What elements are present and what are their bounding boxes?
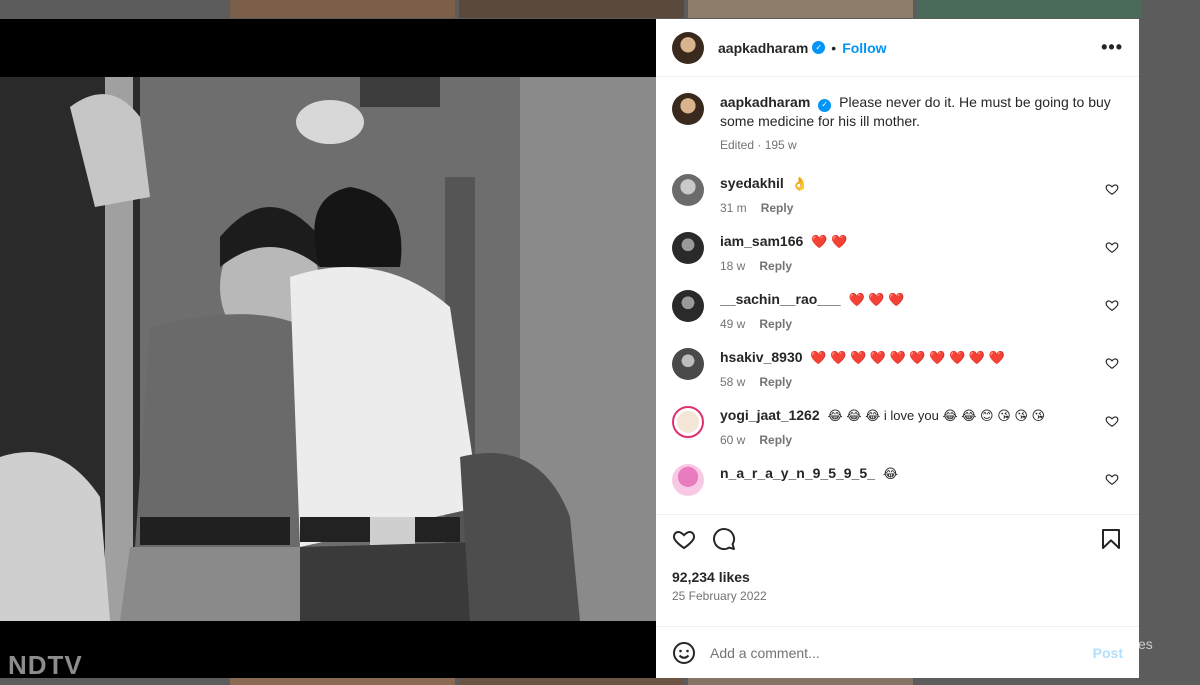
caption-avatar[interactable] (672, 93, 704, 125)
comment-item: iam_sam166 ❤️ ❤️ 18 w Reply (672, 231, 1123, 273)
like-comment-icon[interactable] (1105, 182, 1119, 196)
bg-tile (459, 0, 684, 18)
comment-item: yogi_jaat_1262 😂 😂 😂 i love you 😂 😂 😊 😘 … (672, 405, 1123, 447)
comment-text: 😂 😂 😂 i love you 😂 😂 😊 😘 😘 😘 (827, 407, 1046, 423)
ndtv-watermark: NDTV (8, 650, 83, 680)
like-heart-icon[interactable] (672, 527, 696, 551)
caption-username[interactable]: aapkadharam (720, 94, 810, 110)
like-comment-icon[interactable] (1105, 414, 1119, 428)
comment-age: 60 w (720, 432, 746, 447)
like-comment-icon[interactable] (1105, 240, 1119, 254)
commenter-avatar[interactable] (672, 463, 704, 496)
follow-button[interactable]: Follow (842, 40, 886, 56)
verified-icon: ✓ (812, 41, 826, 54)
reply-button[interactable]: Reply (761, 201, 794, 215)
reply-button[interactable]: Reply (759, 375, 792, 389)
verified-icon: ✓ (818, 98, 832, 112)
reply-button[interactable]: Reply (759, 259, 792, 273)
post-media (0, 19, 656, 678)
like-comment-icon[interactable] (1105, 356, 1119, 370)
comment-text: ❤️ ❤️ (811, 233, 848, 249)
post-header: aapkadharam ✓ • Follow ••• (656, 19, 1139, 77)
likes-count[interactable]: 92,234 likes (672, 569, 1123, 585)
commenter-avatar[interactable] (672, 173, 704, 206)
comment-username[interactable]: iam_sam166 (720, 233, 803, 249)
bg-tile (917, 0, 1142, 18)
bookmark-icon[interactable] (1099, 527, 1123, 551)
comment-username[interactable]: n_a_r_a_y_n_9_5_9_5_ (720, 465, 875, 481)
comment-item: hsakiv_8930 ❤️ ❤️ ❤️ ❤️ ❤️ ❤️ ❤️ ❤️ ❤️ ❤… (672, 347, 1123, 389)
post-actions: 92,234 likes 25 February 2022 (656, 514, 1139, 626)
post-comment-button[interactable]: Post (1093, 645, 1123, 661)
caption-meta: Edited · 195 w (720, 137, 797, 152)
separator-dot: • (831, 39, 837, 56)
bg-tile (230, 0, 455, 18)
photo-illustration (0, 77, 656, 621)
comment-text: 👌 (791, 175, 808, 191)
comment-age: 49 w (720, 316, 746, 331)
comment-item: syedakhil 👌 31 m Reply (672, 173, 1123, 215)
more-options-icon[interactable]: ••• (1101, 37, 1123, 58)
post-date: 25 February 2022 (672, 589, 767, 603)
comment-input[interactable] (710, 644, 1093, 661)
author-avatar[interactable] (672, 31, 704, 64)
comment-username[interactable]: yogi_jaat_1262 (720, 407, 820, 423)
comment-age: 58 w (720, 374, 746, 389)
comment-username[interactable]: hsakiv_8930 (720, 349, 803, 365)
author-info: aapkadharam ✓ • Follow (718, 40, 887, 56)
post-side-panel: aapkadharam ✓ • Follow ••• aapkadharam ✓ … (656, 19, 1139, 678)
post-caption: aapkadharam ✓ Please never do it. He must… (672, 93, 1123, 152)
comment-item: n_a_r_a_y_n_9_5_9_5_ 😂 (672, 463, 1123, 496)
add-comment-bar: Post (656, 626, 1139, 678)
author-username[interactable]: aapkadharam (718, 40, 808, 56)
comment-bubble-icon[interactable] (712, 527, 736, 551)
emoji-icon[interactable] (672, 641, 696, 665)
commenter-avatar[interactable] (672, 231, 704, 264)
post-photo[interactable] (0, 77, 656, 621)
comment-item: __sachin__rao___ ❤️ ❤️ ❤️ 49 w Reply (672, 289, 1123, 331)
comment-username[interactable]: syedakhil (720, 175, 784, 191)
commenter-avatar[interactable] (672, 289, 704, 322)
comment-age: 31 m (720, 200, 747, 215)
reply-button[interactable]: Reply (759, 317, 792, 331)
like-comment-icon[interactable] (1105, 472, 1119, 486)
commenter-avatar[interactable] (672, 405, 704, 438)
comment-text: ❤️ ❤️ ❤️ ❤️ ❤️ ❤️ ❤️ ❤️ ❤️ ❤️ (810, 349, 1005, 365)
reply-button[interactable]: Reply (759, 433, 792, 447)
commenter-avatar[interactable] (672, 347, 704, 380)
bg-tile (688, 0, 913, 18)
post-modal: aapkadharam ✓ • Follow ••• aapkadharam ✓ … (0, 19, 1139, 678)
comments-list[interactable]: aapkadharam ✓ Please never do it. He must… (656, 77, 1139, 514)
comment-username[interactable]: __sachin__rao___ (720, 291, 841, 307)
comment-text: ❤️ ❤️ ❤️ (848, 291, 905, 307)
comment-text: 😂 (882, 465, 899, 481)
background-text: es (1138, 636, 1153, 652)
like-comment-icon[interactable] (1105, 298, 1119, 312)
comment-age: 18 w (720, 258, 746, 273)
